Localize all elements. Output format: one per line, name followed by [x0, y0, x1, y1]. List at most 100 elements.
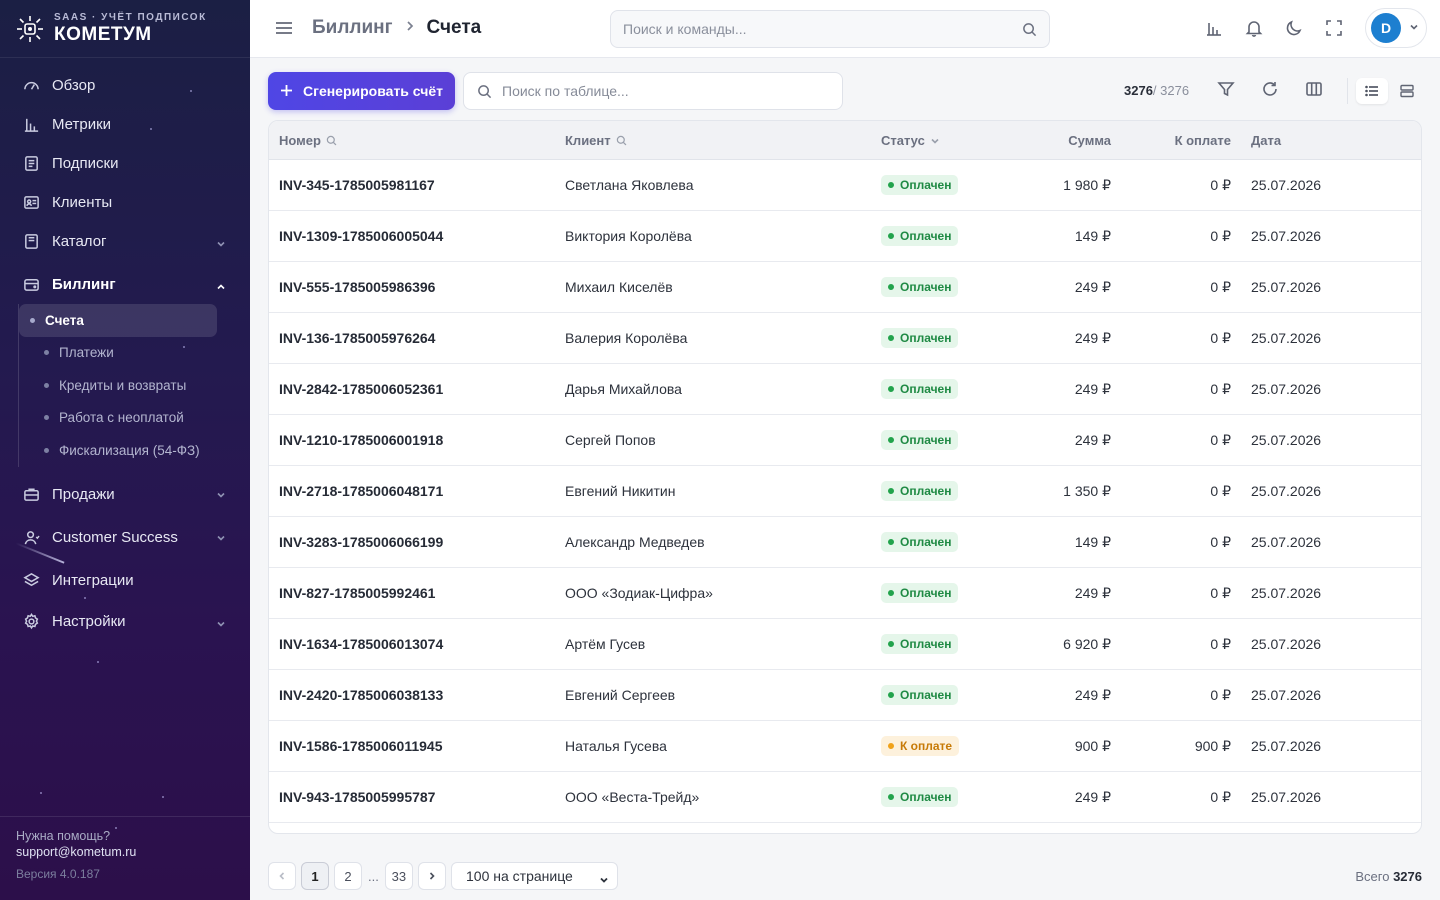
table-row[interactable]: INV-3283-1785006066199 Александр Медведев…: [269, 517, 1421, 568]
columns-icon[interactable]: [1305, 80, 1327, 102]
menu-toggle-icon[interactable]: [275, 19, 293, 37]
table-row[interactable]: INV-2420-1785006038133 Евгений Сергеев Опл…: [269, 670, 1421, 721]
invoice-number[interactable]: INV-943-1785005995787: [279, 789, 435, 805]
row-count: 3276/ 3276: [1124, 83, 1189, 98]
column-header-label: Сумма: [1068, 133, 1111, 148]
invoice-number[interactable]: INV-1634-1785006013074: [279, 636, 443, 652]
sidebar-item-clients[interactable]: Клиенты: [0, 183, 250, 222]
sidebar-item-settings[interactable]: Настройки: [0, 602, 250, 641]
column-header-due[interactable]: К оплате: [1175, 133, 1231, 148]
analytics-icon[interactable]: [1205, 19, 1225, 39]
sidebar-item-subscriptions[interactable]: Подписки: [0, 144, 250, 183]
page-button-2[interactable]: 2: [334, 862, 362, 890]
filter-icon[interactable]: [1217, 80, 1239, 102]
table-search-input[interactable]: [502, 83, 822, 99]
invoice-number[interactable]: INV-2420-1785006038133: [279, 687, 443, 703]
brand[interactable]: SAAS · УЧЁТ ПОДПИСОК КОМЕТУМ: [0, 0, 250, 58]
total-value: 3276: [1393, 869, 1422, 884]
sidebar-item-overview[interactable]: Обзор: [0, 66, 250, 105]
fullscreen-icon[interactable]: [1325, 19, 1345, 39]
sidebar-subitem-payments[interactable]: Платежи: [43, 337, 250, 370]
invoice-due: 0 ₽: [1210, 330, 1231, 346]
status-dot-icon: [888, 233, 894, 239]
global-search-input[interactable]: [623, 21, 1003, 37]
table-row[interactable]: INV-1586-1785006011945 Наталья Гусева К оп…: [269, 721, 1421, 772]
next-page-button[interactable]: [417, 862, 446, 890]
column-header-status[interactable]: Статус: [881, 133, 940, 148]
invoice-sum: 249 ₽: [1074, 789, 1111, 805]
sidebar-item-customer-success[interactable]: Customer Success: [0, 516, 250, 559]
bell-icon[interactable]: [1245, 19, 1265, 39]
table-row[interactable]: INV-1634-1785006013074 Артём Гусев Оплачен…: [269, 619, 1421, 670]
sidebar-item-label: Метрики: [52, 116, 112, 133]
sidebar-item-label: Клиенты: [52, 194, 113, 211]
invoice-number[interactable]: INV-345-1785005981167: [279, 177, 435, 193]
invoice-number[interactable]: INV-1586-1785006011945: [279, 738, 442, 754]
table-row[interactable]: INV-555-1785005986396 Михаил Киселёв Оплач…: [269, 262, 1421, 313]
sidebar-subitem-fiscalization[interactable]: Фискализация (54-ФЗ): [43, 434, 250, 467]
status-dot-icon: [888, 182, 894, 188]
table-row[interactable]: INV-943-1785005995787 ООО «Веста-Трейд» Оп…: [269, 772, 1421, 823]
sidebar-item-sales[interactable]: Продажи: [0, 473, 250, 516]
compact-view-icon[interactable]: [1394, 78, 1420, 104]
page-button-last[interactable]: 33: [384, 862, 413, 890]
sidebar-subitem-invoices[interactable]: Счета: [19, 304, 217, 337]
invoice-number[interactable]: INV-136-1785005976264: [279, 330, 435, 346]
status-dot-icon: [888, 641, 894, 647]
refresh-icon[interactable]: [1261, 80, 1283, 102]
invoice-date: 25.07.2026: [1251, 228, 1322, 244]
invoice-number[interactable]: INV-827-1785005992461: [279, 585, 435, 601]
list-view-icon[interactable]: [1356, 78, 1388, 104]
sidebar-item-catalog[interactable]: Каталог: [0, 222, 250, 261]
table-search[interactable]: [463, 72, 843, 110]
sidebar-subitem-dunning[interactable]: Работа с неоплатой: [43, 402, 250, 435]
sidebar-subitem-credits-refunds[interactable]: Кредиты и возвраты: [43, 369, 250, 402]
table-row[interactable]: INV-1210-1785006001918 Сергей Попов Оплаче…: [269, 415, 1421, 466]
invoice-number[interactable]: INV-3283-1785006066199: [279, 534, 443, 550]
sidebar-item-label: Продажи: [52, 485, 115, 503]
table-row[interactable]: INV-136-1785005976264 Валерия Королёва Опл…: [269, 313, 1421, 364]
breadcrumb-billing[interactable]: Биллинг: [312, 17, 393, 39]
invoice-sum: 249 ₽: [1074, 585, 1111, 601]
column-header-number[interactable]: Номер: [279, 133, 337, 148]
generate-invoice-button[interactable]: Сгенерировать счёт: [268, 72, 455, 110]
topbar: Биллинг Счета D: [250, 0, 1440, 58]
sidebar-item-billing[interactable]: Биллинг: [0, 265, 250, 304]
user-menu[interactable]: D: [1365, 8, 1427, 48]
status-label: Оплачен: [900, 331, 952, 345]
support-email-link[interactable]: support@kometum.ru: [16, 845, 234, 859]
invoice-number[interactable]: INV-2718-1785006048171: [279, 483, 443, 499]
sidebar-footer: Нужна помощь? support@kometum.ru Версия …: [0, 816, 250, 900]
invoice-number[interactable]: INV-1309-1785006005044: [279, 228, 443, 244]
sidebar-item-integrations[interactable]: Интеграции: [0, 559, 250, 602]
status-dot-icon: [888, 692, 894, 698]
table-row[interactable]: INV-345-1785005981167 Светлана Яковлева Оп…: [269, 160, 1421, 211]
global-search[interactable]: [610, 10, 1050, 48]
table-row[interactable]: INV-2842-1785006052361 Дарья Михайлова Опл…: [269, 364, 1421, 415]
status-dot-icon: [888, 437, 894, 443]
table-row[interactable]: INV-2718-1785006048171 Евгений Никитин Опл…: [269, 466, 1421, 517]
column-header-sum[interactable]: Сумма: [1068, 133, 1111, 148]
page-size-select[interactable]: 100 на странице: [451, 862, 618, 890]
invoice-sum: 149 ₽: [1074, 534, 1111, 550]
page-button-1[interactable]: 1: [301, 862, 329, 890]
column-header-label: Статус: [881, 133, 925, 148]
status-badge: Оплачен: [881, 430, 959, 450]
chevron-right-icon: [405, 19, 415, 37]
sidebar-item-metrics[interactable]: Метрики: [0, 105, 250, 144]
column-header-client[interactable]: Клиент: [565, 133, 627, 148]
moon-icon[interactable]: [1285, 19, 1305, 39]
generate-invoice-label: Сгенерировать счёт: [303, 83, 443, 99]
table-row[interactable]: INV-1309-1785006005044 Виктория Королёва О…: [269, 211, 1421, 262]
status-badge: Оплачен: [881, 532, 959, 552]
table-row[interactable]: INV-827-1785005992461 ООО «Зодиак-Цифра» О…: [269, 568, 1421, 619]
invoice-number[interactable]: INV-555-1785005986396: [279, 279, 435, 295]
invoice-number[interactable]: INV-2842-1785006052361: [279, 381, 443, 397]
prev-page-button[interactable]: [268, 862, 296, 890]
column-header-date[interactable]: Дата: [1251, 133, 1281, 148]
table-body: INV-345-1785005981167 Светлана Яковлева Оп…: [269, 160, 1421, 823]
status-label: Оплачен: [900, 535, 952, 549]
status-label: Оплачен: [900, 790, 952, 804]
invoice-due: 0 ₽: [1210, 687, 1231, 703]
invoice-number[interactable]: INV-1210-1785006001918: [279, 432, 443, 448]
